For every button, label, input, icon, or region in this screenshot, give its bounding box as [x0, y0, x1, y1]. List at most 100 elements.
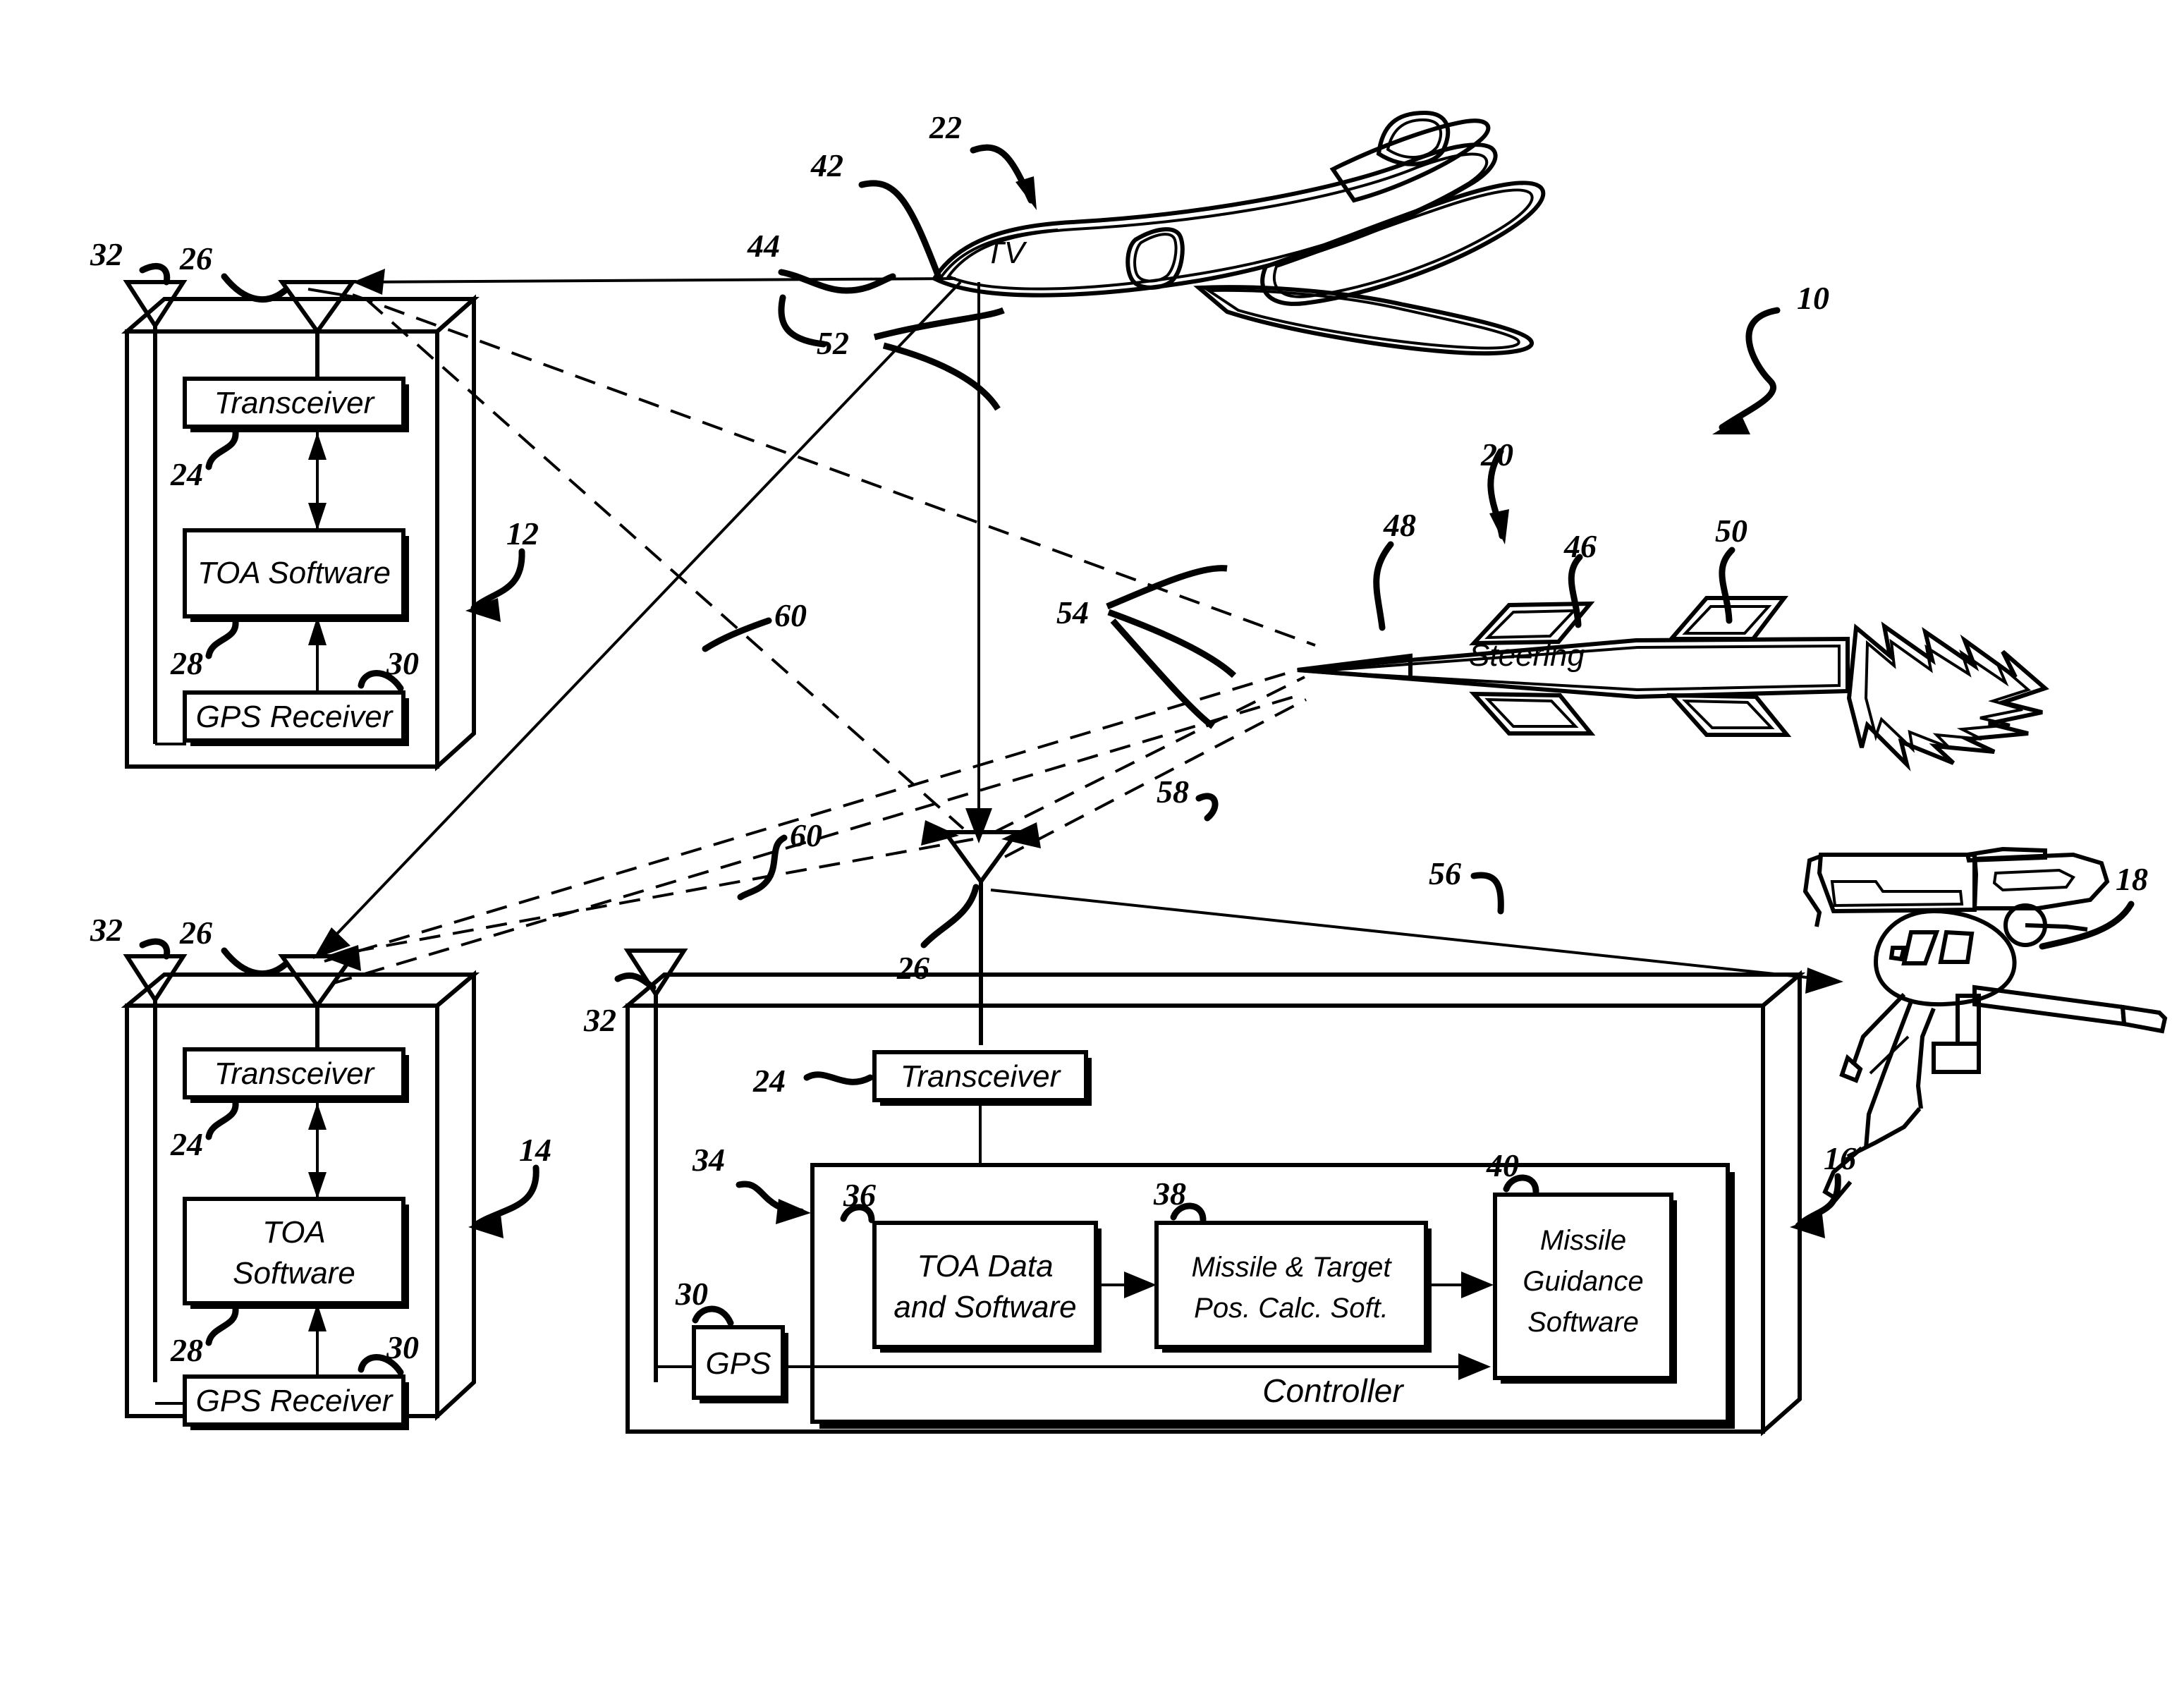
ref-28-station12: 28: [170, 645, 203, 681]
leader-32-station14: [139, 938, 171, 960]
leader-28-station14: [205, 1305, 239, 1346]
station-16[interactable]: 32 26 Transceiver 24 Controller 34 TOA D…: [583, 830, 1856, 1437]
wire-gps-antenna-station12: [155, 717, 186, 745]
ref-40: 40: [1486, 1147, 1519, 1183]
ref-32-station14: 32: [90, 912, 123, 948]
ref-28-station14: 28: [170, 1332, 203, 1368]
ref-46: 46: [1563, 528, 1597, 564]
station-12[interactable]: 32 26 Transceiver 24 TOA Software 28 GPS…: [90, 236, 539, 772]
block-toa-software-station12[interactable]: TOA Software: [183, 528, 409, 622]
leader-22: [970, 144, 1035, 204]
label-aircraft-tv: TV: [985, 236, 1027, 270]
block-gps-receiver-station14[interactable]: GPS Receiver: [183, 1374, 409, 1430]
ref-12: 12: [506, 516, 539, 551]
label-pos-calc-line2: Pos. Calc. Soft.: [1194, 1293, 1389, 1324]
gps-antenna-32-station14[interactable]: [123, 954, 188, 1382]
label-missile-steering: Steering: [1469, 638, 1585, 673]
leader-32-station16: [614, 972, 657, 991]
ref-50: 50: [1715, 513, 1747, 549]
leader-42: [858, 180, 941, 279]
ref-10-group: 10: [1712, 280, 1829, 434]
leader-24-station16: [803, 1071, 874, 1085]
ref-48: 48: [1383, 507, 1416, 543]
ref-60-upper: 60: [774, 597, 807, 633]
leader-26-station14: [221, 947, 288, 977]
label-gps-station16: GPS: [706, 1346, 771, 1381]
ref-26-station12: 26: [179, 240, 212, 276]
leader-24-station12: [205, 429, 239, 470]
wire-gps-antenna-station14: [155, 1401, 186, 1405]
block-pos-calc-software[interactable]: Missile & Target Pos. Calc. Soft.: [1154, 1221, 1432, 1353]
signal-fan-54: 54: [1056, 565, 1237, 729]
label-guidance-line3: Software: [1527, 1307, 1639, 1338]
label-pos-calc-line1: Missile & Target: [1191, 1252, 1392, 1283]
missile[interactable]: Steering 20 48 46 50 54: [1056, 437, 2049, 772]
block-missile-guidance-software[interactable]: Missile Guidance Software: [1493, 1193, 1677, 1384]
leader-44: [778, 269, 896, 294]
station-14[interactable]: 32 26 Transceiver 24 TOA Software 28 GPS…: [90, 912, 551, 1430]
label-guidance-line2: Guidance: [1523, 1266, 1643, 1297]
block-gps-receiver-station12[interactable]: GPS Receiver: [183, 690, 409, 746]
leader-26-station16: [920, 884, 980, 949]
label-gps-receiver-station14: GPS Receiver: [196, 1384, 394, 1418]
block-toa-software-station14[interactable]: TOA Software: [183, 1197, 409, 1309]
ref-30-station14: 30: [386, 1329, 419, 1365]
ref-32-station16: 32: [583, 1002, 616, 1038]
label-toa-data-line1: TOA Data: [917, 1249, 1053, 1283]
block-transceiver-station12[interactable]: Transceiver: [183, 377, 409, 432]
arrow-gps-toa-station12: [308, 616, 327, 693]
ref-58-group: 58: [1157, 774, 1219, 822]
ref-24-station12: 24: [170, 456, 203, 492]
ref-60-upper-group: 60: [702, 597, 807, 652]
signal-lines: [307, 269, 1843, 994]
ref-30-station12: 30: [386, 645, 419, 681]
label-transceiver-station16: Transceiver: [901, 1059, 1062, 1094]
ref-56-group: 56: [1429, 855, 1504, 915]
label-controller: Controller: [1262, 1372, 1404, 1409]
figure-canvas: 32 26 Transceiver 24 TOA Software 28 GPS…: [90, 109, 2168, 1437]
ref-60-lower: 60: [790, 817, 822, 853]
directional-antenna-26-station16[interactable]: [941, 830, 1021, 1045]
ref-18: 18: [2116, 861, 2148, 897]
ref-44: 44: [747, 228, 780, 264]
launcher[interactable]: 18: [1802, 846, 2168, 1202]
arrow-gps-toa-station14: [308, 1303, 327, 1377]
ref-58: 58: [1157, 774, 1189, 810]
label-toa-data-line2: and Software: [893, 1290, 1076, 1324]
label-toa-software-station14-line1: TOA: [262, 1215, 326, 1250]
ref-26-station16: 26: [896, 950, 929, 986]
leader-32-station12: [139, 263, 171, 286]
ref-38: 38: [1153, 1176, 1186, 1212]
leader-14: [473, 1164, 539, 1228]
block-transceiver-station14[interactable]: Transceiver: [183, 1047, 409, 1103]
missile-plume: [1846, 621, 2049, 772]
label-toa-software-station14-line2: Software: [233, 1256, 355, 1291]
patent-figure: 32 26 Transceiver 24 TOA Software 28 GPS…: [0, 0, 2184, 1689]
ref-22: 22: [929, 109, 962, 145]
leader-24-station14: [205, 1099, 239, 1140]
ref-20: 20: [1480, 437, 1513, 472]
aircraft-target[interactable]: TV 22 42 44 52: [747, 109, 1546, 411]
arrow-transceiver-toa-station12: [308, 432, 327, 530]
label-transceiver-station14: Transceiver: [214, 1056, 376, 1091]
block-toa-data-software[interactable]: TOA Data and Software: [872, 1221, 1102, 1353]
ref-30-station16: 30: [675, 1276, 708, 1312]
ref-34: 34: [692, 1142, 725, 1178]
ref-24-station14: 24: [170, 1126, 203, 1162]
leader-50: [1719, 547, 1735, 624]
link-aircraft-to-station14: [313, 281, 962, 959]
ref-26-station14: 26: [179, 915, 212, 951]
label-transceiver-station12: Transceiver: [214, 386, 376, 420]
ref-56: 56: [1429, 855, 1461, 891]
ref-60-lower-group: 60: [737, 817, 822, 901]
ref-24-station16: 24: [752, 1063, 786, 1099]
link-station16-to-launcher: [990, 889, 1843, 994]
ref-52: 52: [817, 325, 849, 361]
block-gps-station16[interactable]: GPS: [692, 1325, 788, 1403]
label-gps-receiver-station12: GPS Receiver: [196, 700, 394, 734]
leader-28-station12: [205, 618, 239, 659]
gps-antenna-32-station16[interactable]: [623, 949, 688, 1382]
dashed-link-station16-missile: [994, 676, 1307, 858]
block-transceiver-station16[interactable]: Transceiver: [872, 1050, 1092, 1106]
ref-10: 10: [1797, 280, 1829, 316]
